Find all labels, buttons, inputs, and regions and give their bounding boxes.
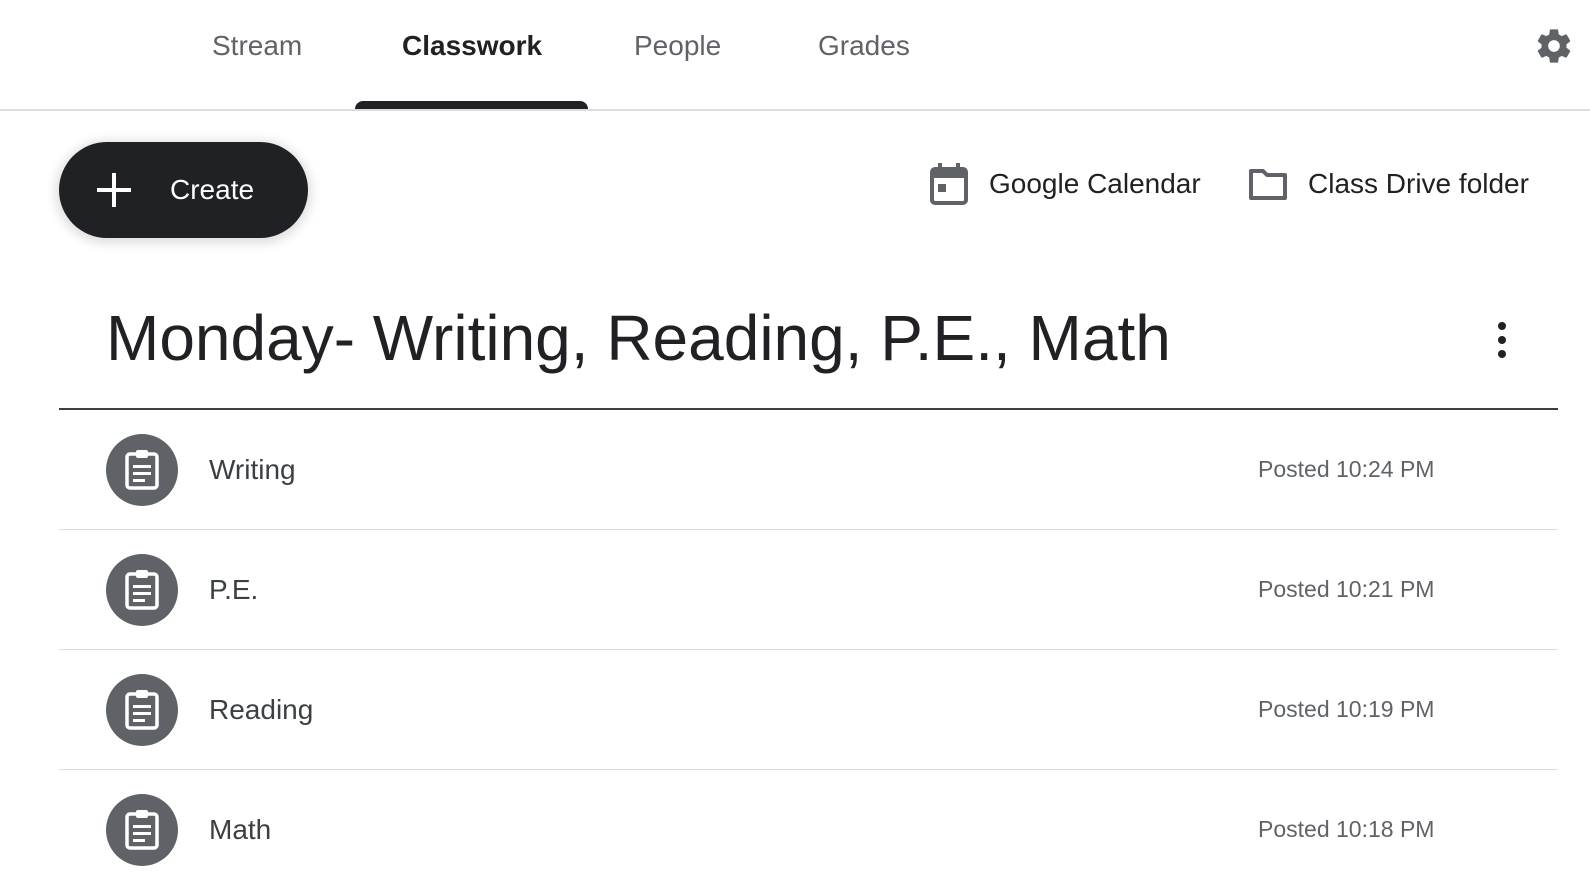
assignment-icon <box>125 450 159 490</box>
item-posted-time: Posted 10:19 PM <box>1258 696 1435 722</box>
tab-people[interactable]: People <box>634 0 721 92</box>
topic-title: Monday- Writing, Reading, P.E., Math <box>106 302 1171 374</box>
item-posted-time: Posted 10:24 PM <box>1258 456 1435 482</box>
assignment-badge <box>106 794 178 866</box>
item-title: Reading <box>209 694 314 725</box>
settings-gear-icon[interactable] <box>1534 26 1574 66</box>
classwork-item-pe[interactable]: P.E. Posted 10:21 PM <box>59 530 1558 650</box>
active-tab-indicator <box>355 101 588 109</box>
assignment-badge <box>106 674 178 746</box>
more-options-icon[interactable] <box>1482 318 1522 362</box>
folder-icon <box>1249 169 1287 200</box>
classwork-item-math[interactable]: Math Posted 10:18 PM <box>59 770 1558 889</box>
assignment-icon <box>125 570 159 610</box>
plus-icon <box>97 173 131 207</box>
item-title: Writing <box>209 454 296 485</box>
calendar-icon <box>930 163 968 205</box>
classwork-item-writing[interactable]: Writing Posted 10:24 PM <box>59 410 1558 530</box>
assignment-icon <box>125 810 159 850</box>
google-calendar-label: Google Calendar <box>989 168 1201 199</box>
classwork-item-reading[interactable]: Reading Posted 10:19 PM <box>59 650 1558 770</box>
assignment-icon <box>125 690 159 730</box>
item-title: Math <box>209 814 272 845</box>
item-posted-time: Posted 10:21 PM <box>1258 576 1435 602</box>
class-drive-folder-label: Class Drive folder <box>1308 168 1529 199</box>
create-button-label: Create <box>170 174 255 205</box>
create-button[interactable]: Create <box>59 142 308 238</box>
item-posted-time: Posted 10:18 PM <box>1258 816 1435 842</box>
classwork-list: Writing Posted 10:24 PM P.E. Posted 10:2… <box>59 410 1558 889</box>
assignment-badge <box>106 554 178 626</box>
class-drive-folder-link[interactable]: Class Drive folder <box>1248 160 1529 208</box>
tab-stream[interactable]: Stream <box>212 0 302 92</box>
top-navigation: Stream Classwork People Grades <box>0 0 1590 111</box>
tab-grades[interactable]: Grades <box>818 0 910 92</box>
google-calendar-link[interactable]: Google Calendar <box>929 160 1201 208</box>
tab-classwork[interactable]: Classwork <box>402 0 542 92</box>
assignment-badge <box>106 434 178 506</box>
item-title: P.E. <box>209 574 259 605</box>
